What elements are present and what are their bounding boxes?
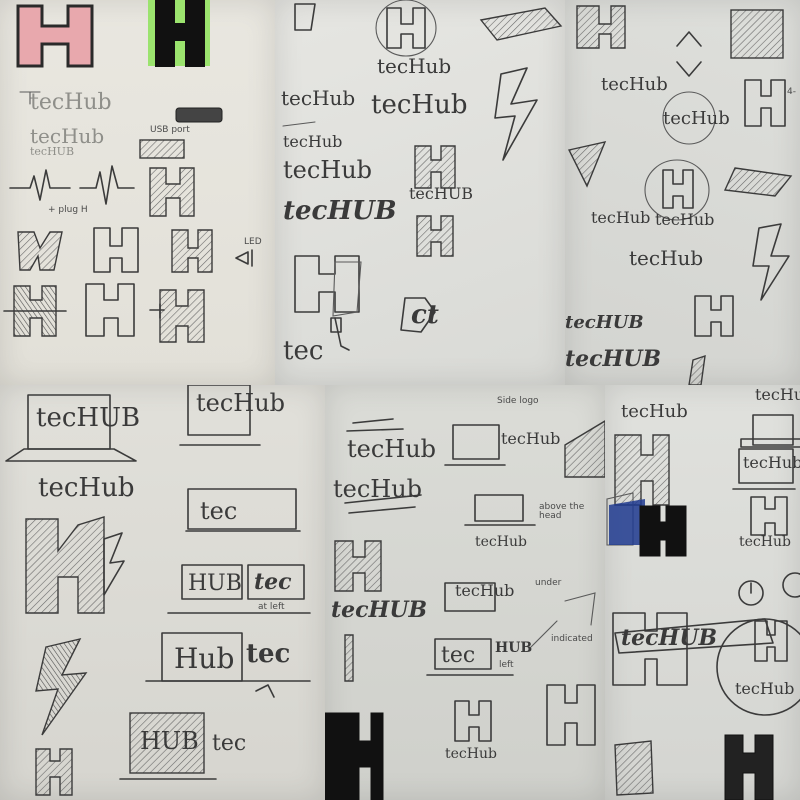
sketch-panel-2: tecHub tecHub tecHub tecHub tecHub tecHU… bbox=[275, 0, 565, 385]
wordmark: tecHub bbox=[196, 389, 286, 417]
wordmark-part: tec bbox=[254, 569, 292, 595]
wordmark: tecHub bbox=[371, 90, 468, 120]
sketch-panel-6: tecHub tecHub tecHUB tecHub tecHub tecHu… bbox=[605, 385, 800, 800]
wordmark-part: tec bbox=[441, 643, 476, 668]
sketch-panel-3: tecHub tecHub tecHub tecHub tecHub tecHU… bbox=[565, 0, 800, 385]
wordmark-part: tec bbox=[212, 731, 247, 756]
wordmark: tecHUB bbox=[621, 625, 718, 651]
wordmark: tecHub bbox=[663, 108, 730, 129]
note: at left bbox=[258, 602, 285, 612]
sketch-panel-4: tecHUB tecHub tecHub tec HUB tec Hub tec… bbox=[0, 385, 325, 800]
wordmark: tecHub bbox=[629, 246, 704, 270]
wordmark: tecHub bbox=[735, 679, 795, 698]
note-left: left bbox=[499, 660, 514, 670]
wordmark: tecHub bbox=[475, 534, 527, 550]
note-indicated: indicated bbox=[551, 634, 593, 644]
note-plug: + plug H bbox=[48, 205, 88, 215]
note-above-head: above the head bbox=[539, 502, 585, 521]
wordmark: tecHUB bbox=[565, 312, 644, 333]
wordmark: tecHUB bbox=[565, 346, 662, 372]
note-under: under bbox=[535, 578, 562, 588]
wordmark-part: Hub bbox=[174, 642, 235, 675]
sketch-panel-1: tecHub tecHub tecHUB USB port + plug H L… bbox=[0, 0, 275, 385]
wordmark: tecHub bbox=[621, 401, 688, 422]
note-led: LED bbox=[244, 237, 262, 247]
wordmark: tecHub bbox=[743, 453, 800, 472]
note: 4- bbox=[787, 87, 796, 97]
wordmark: tecHub bbox=[501, 429, 561, 448]
wordmark-part: HUB bbox=[140, 727, 199, 755]
panel-1-drawings bbox=[3, 0, 253, 343]
wordmark: tecHUB bbox=[283, 196, 397, 226]
note-usb-port: USB port bbox=[150, 125, 190, 135]
wordmark: tecHub bbox=[283, 132, 343, 151]
wordmark: tecHub bbox=[377, 54, 452, 78]
wordmark: tecHub bbox=[739, 534, 791, 550]
wordmark: tecHUB bbox=[30, 145, 75, 158]
sketch-panel-5: tecHub tecHub tecHub tecHUB tecHub tec H… bbox=[325, 385, 605, 800]
panel-6-drawings bbox=[606, 414, 800, 800]
wordmark: tecHub bbox=[333, 475, 423, 503]
wordmark-part: HUB bbox=[188, 571, 242, 596]
wordmark: tecHub bbox=[30, 124, 105, 148]
wordmark: tecHUB bbox=[36, 403, 141, 433]
note-side-logo: Side logo bbox=[497, 396, 539, 406]
wordmark: tecHub bbox=[283, 156, 373, 184]
wordmark: tecHub bbox=[655, 210, 715, 229]
wordmark-part: tec bbox=[246, 639, 291, 669]
wordmark: tecHub bbox=[281, 86, 356, 110]
wordmark-part: HUB bbox=[495, 640, 533, 656]
sketch-letters: ct bbox=[411, 300, 439, 330]
wordmark: tecHub bbox=[445, 746, 497, 762]
wordmark: tecHub bbox=[601, 74, 668, 95]
wordmark: tecHub bbox=[591, 208, 651, 227]
wordmark: tecHUB bbox=[409, 184, 474, 203]
wordmark: tec bbox=[200, 497, 238, 525]
wordmark: tecHub bbox=[755, 385, 800, 404]
sketch-collage: tecHub tecHub tecHUB USB port + plug H L… bbox=[0, 0, 800, 800]
wordmark: tecHub bbox=[455, 581, 515, 600]
wordmark: tec bbox=[283, 336, 324, 366]
wordmark: tecHub bbox=[30, 90, 112, 115]
wordmark: tecHub bbox=[347, 435, 437, 463]
wordmark: tecHUB bbox=[331, 597, 428, 623]
wordmark: tecHub bbox=[38, 473, 135, 503]
